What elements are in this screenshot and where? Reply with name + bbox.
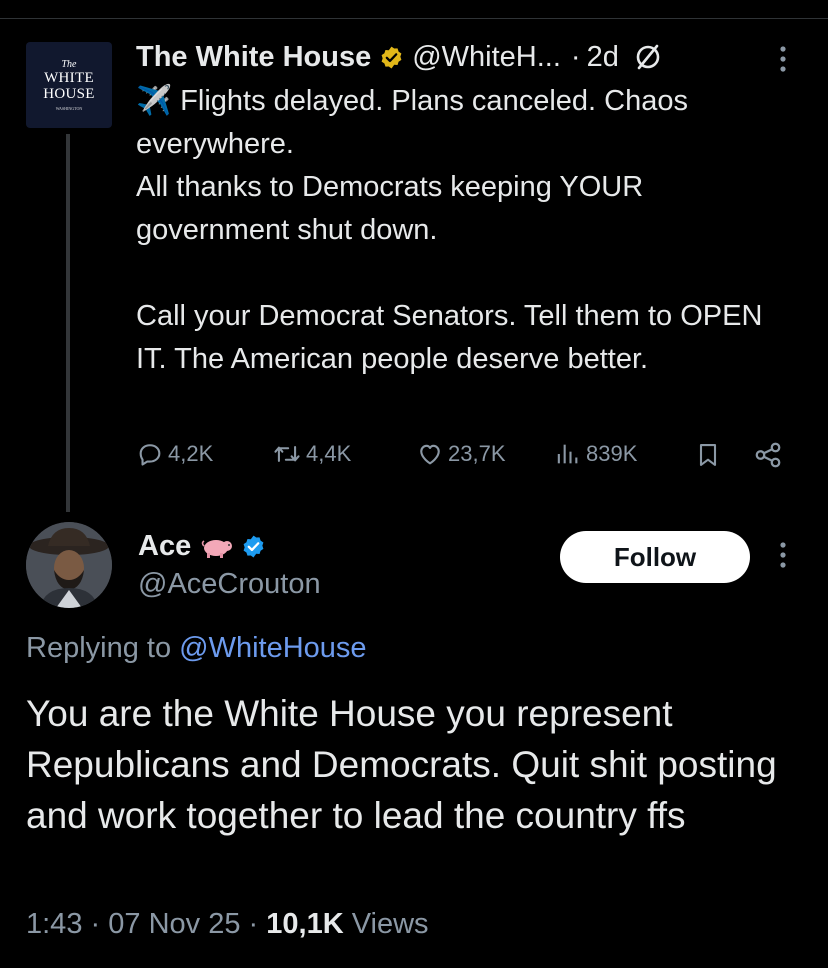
avatar-text-washington: WASHINGTON (55, 105, 83, 111)
avatar-text-white: WHITE (44, 69, 94, 86)
avatar-text-house: HOUSE (43, 85, 95, 102)
tweet-text-line1: ✈️ Flights delayed. Plans canceled. Chao… (136, 85, 688, 160)
avatar-text-the: The (61, 58, 77, 70)
reply-views-count: 10,1K (266, 908, 344, 940)
reply-author-name[interactable]: Ace (138, 530, 191, 563)
reply-author-handle[interactable]: @AceCrouton (138, 568, 321, 601)
bookmark-icon[interactable] (694, 440, 726, 470)
more-options-icon[interactable] (776, 540, 790, 575)
ace-avatar[interactable] (26, 522, 112, 608)
like-action[interactable]: 23,7K (416, 440, 506, 468)
like-count: 23,7K (448, 441, 506, 466)
pig-emoji-icon (199, 535, 235, 559)
author-handle[interactable]: @WhiteH... (412, 41, 561, 74)
reply-text: You are the White House you represent Re… (26, 693, 777, 836)
top-divider (0, 18, 828, 19)
reply-meta: 1:43 · 07 Nov 25 · 10,1K Views (26, 908, 429, 941)
tweet-header: The White House @WhiteH... · 2d (136, 38, 663, 76)
reply-author[interactable]: Ace (138, 530, 274, 563)
reply-time[interactable]: 1:43 (26, 908, 82, 940)
repost-count: 4,4K (306, 441, 352, 466)
separator-dot: · (570, 40, 581, 73)
reply-views-label: Views (351, 908, 429, 940)
gold-verified-badge-icon (379, 45, 404, 70)
thread-line (66, 134, 70, 512)
reply-icon (139, 444, 161, 466)
reply-count: 4,2K (168, 441, 214, 466)
replying-prefix: Replying to (26, 632, 172, 664)
reply-date[interactable]: 07 Nov 25 (108, 908, 240, 940)
restricted-reply-icon (633, 42, 663, 72)
views-chart-icon (557, 444, 578, 464)
tweet-text: ✈️ Flights delayed. Plans canceled. Chao… (136, 80, 796, 381)
follow-button[interactable]: Follow (560, 531, 750, 583)
meta-sep: · (90, 908, 101, 940)
whitehouse-avatar[interactable]: The WHITE HOUSE WASHINGTON (26, 42, 112, 128)
views-action[interactable]: 839K (552, 440, 637, 468)
heart-icon (420, 444, 440, 465)
tweet-text-line3: Call your Democrat Senators. Tell them t… (136, 300, 763, 375)
share-icon[interactable] (752, 440, 788, 470)
tweet-age[interactable]: 2d (587, 41, 619, 74)
repost-icon (274, 446, 300, 462)
repost-action[interactable]: 4,4K (272, 440, 351, 468)
author-name[interactable]: The White House (136, 41, 371, 74)
replying-mention-link[interactable]: @WhiteHouse (179, 632, 366, 664)
more-options-icon[interactable] (776, 44, 790, 79)
views-count: 839K (586, 441, 638, 466)
tweet-text-line2: All thanks to Democrats keeping YOUR gov… (136, 171, 644, 246)
tweet-actions: 4,2K 4,4K 23,7K 839K (136, 440, 796, 480)
meta-sep: · (248, 908, 259, 940)
reply-action[interactable]: 4,2K (136, 440, 213, 468)
blue-verified-badge-icon (241, 534, 266, 559)
replying-to: Replying to @WhiteHouse (26, 632, 367, 665)
